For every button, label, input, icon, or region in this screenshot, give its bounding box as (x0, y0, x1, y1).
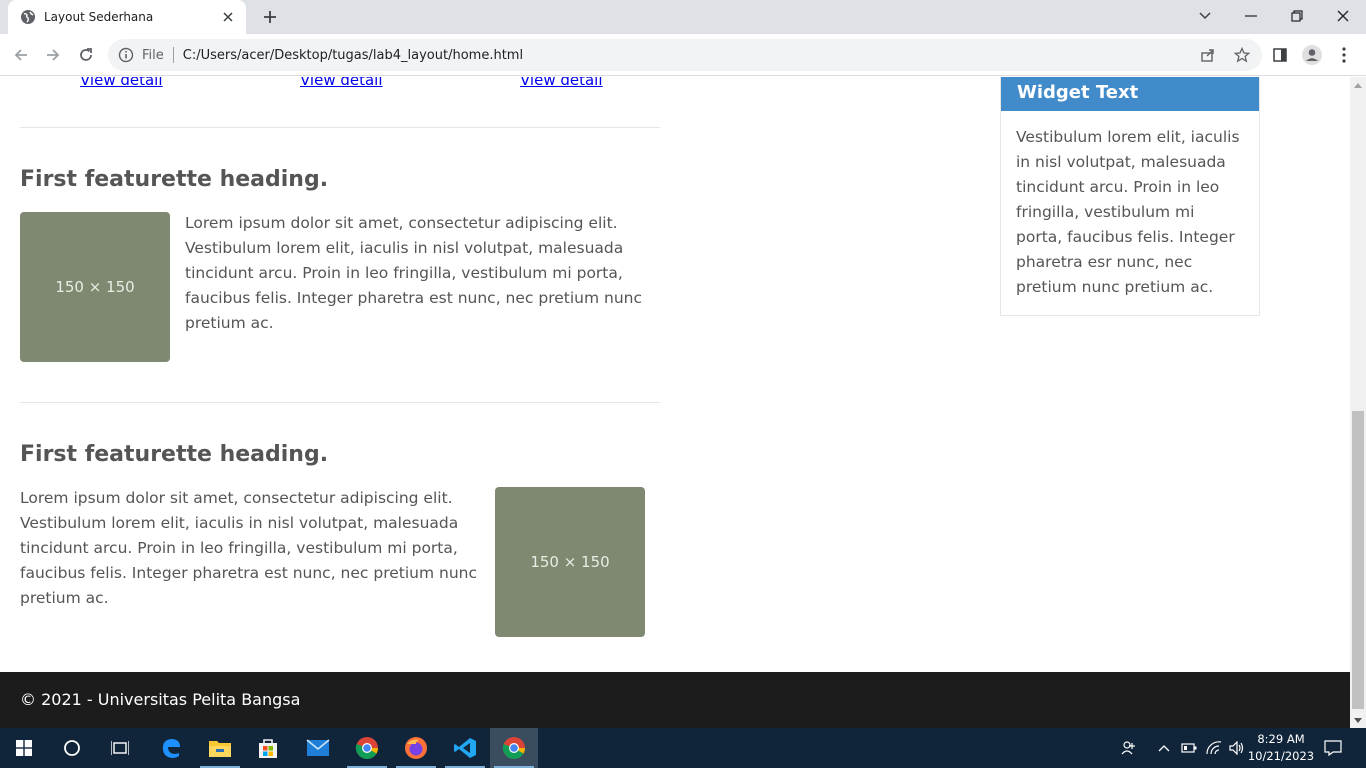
battery-icon[interactable] (1178, 728, 1200, 768)
chrome-icon[interactable] (343, 728, 391, 768)
taskbar-clock[interactable]: 8:29 AM 10/21/2023 (1246, 731, 1316, 765)
scrollbar-thumb[interactable] (1352, 411, 1364, 709)
tab-search-chevron-icon[interactable] (1182, 0, 1228, 32)
featurette-text-1: Lorem ipsum dolor sit amet, consectetur … (185, 214, 643, 332)
search-icon[interactable] (48, 728, 96, 768)
featurette-text-2: Lorem ipsum dolor sit amet, consectetur … (20, 489, 478, 607)
clock-time: 8:29 AM (1257, 732, 1305, 746)
share-icon[interactable] (1200, 47, 1216, 63)
info-icon[interactable] (118, 47, 134, 63)
featurette-image-2: 150 × 150 (495, 487, 645, 637)
widget-body: Vestibulum lorem elit, iaculis in nisl v… (1016, 128, 1240, 296)
notification-icon[interactable] (1320, 728, 1346, 768)
featurette-heading-1: First featurette heading. (20, 167, 329, 192)
divider (20, 402, 660, 403)
new-tab-button[interactable] (258, 6, 282, 28)
browser-tab-bar: Layout Sederhana (0, 0, 1366, 34)
featurette-image-1: 150 × 150 (20, 212, 170, 362)
close-window-button[interactable] (1320, 0, 1366, 32)
featurette-heading-2: First featurette heading. (20, 442, 329, 467)
widget-title: Widget Text (1001, 77, 1259, 111)
task-view-icon[interactable] (96, 728, 144, 768)
view-detail-link-1[interactable]: View detail (80, 77, 163, 90)
image-placeholder-label: 150 × 150 (530, 553, 610, 571)
address-separator (172, 47, 174, 63)
divider (20, 127, 660, 128)
chrome-icon[interactable] (490, 728, 538, 768)
footer-copyright: © 2021 - Universitas Pelita Bangsa (20, 690, 301, 709)
scroll-down-arrow-icon[interactable] (1350, 712, 1366, 728)
edge-icon[interactable] (147, 728, 195, 768)
forward-icon[interactable] (40, 42, 66, 68)
page-footer: © 2021 - Universitas Pelita Bangsa (0, 672, 1350, 728)
profile-avatar-icon[interactable] (1300, 43, 1324, 67)
globe-icon (20, 9, 36, 25)
image-placeholder-label: 150 × 150 (55, 278, 135, 296)
scheme-label: File (142, 47, 164, 63)
browser-tab[interactable]: Layout Sederhana (8, 0, 246, 34)
tab-title: Layout Sederhana (44, 10, 154, 24)
side-panel-icon[interactable] (1268, 43, 1292, 67)
start-icon[interactable] (0, 728, 48, 768)
reload-icon[interactable] (73, 42, 99, 68)
vertical-scrollbar[interactable] (1350, 77, 1366, 728)
address-bar[interactable]: File C:/Users/acer/Desktop/tugas/lab4_la… (108, 39, 1262, 71)
back-icon[interactable] (8, 42, 34, 68)
firefox-icon[interactable] (392, 728, 440, 768)
view-detail-link-3[interactable]: View detail (520, 77, 603, 90)
people-icon[interactable] (1118, 728, 1140, 768)
restore-button[interactable] (1274, 0, 1320, 32)
browser-toolbar: File C:/Users/acer/Desktop/tugas/lab4_la… (0, 34, 1366, 76)
sidebar-widget: Widget Text Vestibulum lorem elit, iacul… (1000, 77, 1260, 316)
kebab-menu-icon[interactable] (1332, 43, 1356, 67)
clock-date: 10/21/2023 (1247, 749, 1315, 763)
close-tab-icon[interactable] (220, 9, 236, 25)
chevron-up-icon[interactable] (1154, 728, 1174, 768)
url-text[interactable]: C:/Users/acer/Desktop/tugas/lab4_layout/… (183, 48, 523, 63)
store-icon[interactable] (244, 728, 292, 768)
scroll-up-arrow-icon[interactable] (1350, 77, 1366, 93)
volume-icon[interactable] (1226, 728, 1248, 768)
wifi-icon[interactable] (1203, 728, 1225, 768)
minimize-button[interactable] (1228, 0, 1274, 32)
windows-taskbar: 8:29 AM 10/21/2023 (0, 728, 1366, 768)
page-viewport: View detail View detail View detail Firs… (0, 77, 1350, 728)
bookmark-star-icon[interactable] (1233, 46, 1251, 63)
mail-icon[interactable] (294, 728, 342, 768)
file-explorer-icon[interactable] (196, 728, 244, 768)
vscode-icon[interactable] (441, 728, 489, 768)
view-detail-link-2[interactable]: View detail (300, 77, 383, 90)
